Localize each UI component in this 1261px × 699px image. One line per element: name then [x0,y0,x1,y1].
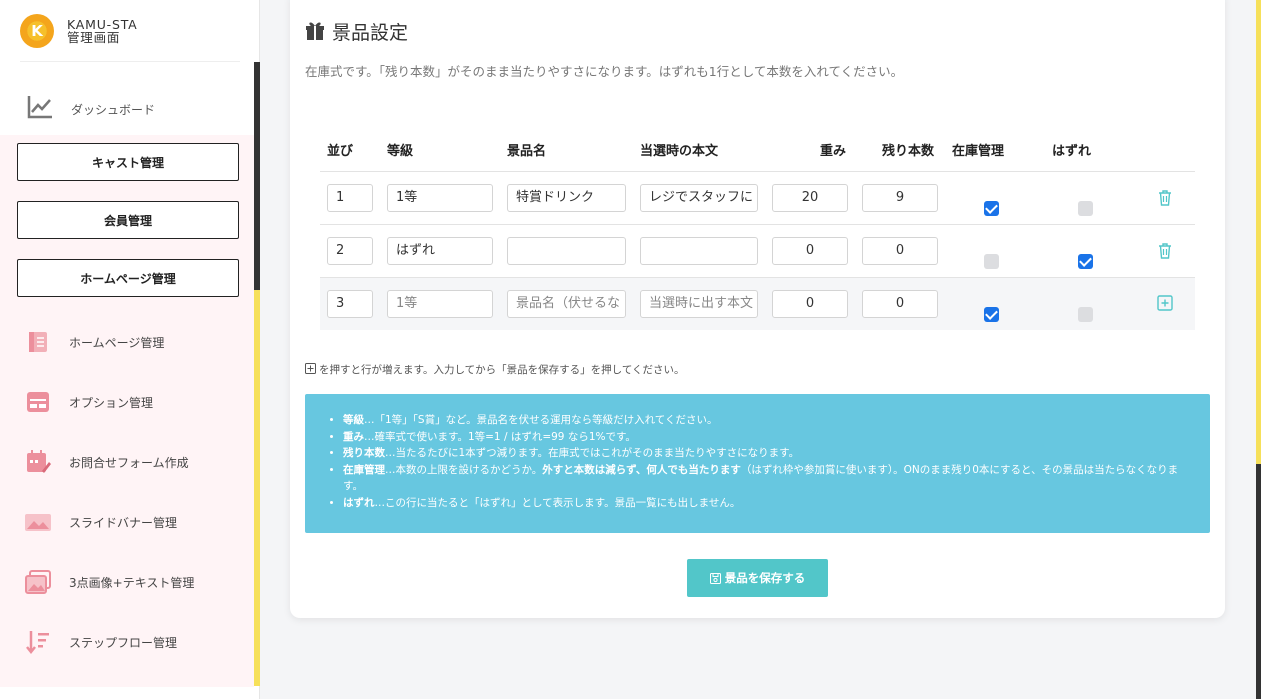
info-text: …本数の上限を設けるかどうか。 [385,463,543,476]
column-header-prize-name: 景品名 [507,144,547,159]
save-prizes-button[interactable]: 景品を保存する [687,559,828,597]
sidebar-item-slide-banner[interactable]: スライドバナー管理 [24,508,177,536]
sidebar-item-label: スライドバナー管理 [69,515,178,530]
right-edge-strip-dark [1256,464,1261,699]
column-header-order: 並び [327,144,354,159]
sidebar-item-label: ホームページ管理 [69,335,165,350]
column-header-stock: 在庫管理 [952,144,1005,159]
info-item: 重み…確率式で使います。1等=1 / はずれ=99 なら1%です。 [343,429,1188,446]
sidebar-scroll-track [254,62,260,290]
page-title-text: 景品設定 [332,22,409,44]
info-box: 等級…「1等」「S賞」など。景品名を伏せる運用なら等級だけ入れてください。 重み… [305,394,1210,533]
order-input[interactable]: 3 [327,290,373,318]
win-text-input[interactable] [640,237,758,265]
trash-icon[interactable] [1158,243,1172,263]
brand-subtitle: 管理画面 [67,30,121,45]
weight-input[interactable]: 20 [772,184,848,212]
brand-logo: K [20,14,54,48]
save-button-label: 景品を保存する [724,571,806,585]
miss-checkbox[interactable] [1078,254,1093,269]
column-header-remaining: 残り本数 [882,144,935,159]
info-text: …「1等」「S賞」など。景品名を伏せる運用なら等級だけ入れてください。 [364,414,718,426]
homepage-management-button[interactable]: ホームページ管理 [17,259,239,297]
book-icon [24,328,52,356]
divider [320,171,1195,172]
info-item: はずれ…この行に当たると「はずれ」として表示します。景品一覧にも出しません。 [343,495,1188,512]
sidebar-item-homepage[interactable]: ホームページ管理 [24,328,164,356]
column-header-miss: はずれ [1052,144,1092,159]
win-text-input[interactable]: レジでスタッフに [640,184,758,212]
sidebar: K KAMU-STA 管理画面 ダッシュボード キャスト管理 会員管理 ホームペ… [0,0,260,699]
info-item: 在庫管理…本数の上限を設けるかどうか。外すと本数は減らず、何人でも当たります（は… [343,462,1188,495]
image-banner-icon [24,508,52,536]
info-key: はずれ [343,496,375,509]
weight-input[interactable]: 0 [772,290,848,318]
sidebar-item-contact-form[interactable]: お問合せフォーム作成 [24,448,189,476]
info-key: 重み [343,430,364,443]
prize-name-input[interactable] [507,237,626,265]
grade-input[interactable]: はずれ [387,237,493,265]
save-icon [709,572,721,584]
miss-checkbox[interactable] [1078,201,1093,216]
info-key: 在庫管理 [343,463,385,476]
stock-checkbox[interactable] [984,201,999,216]
sort-flow-icon [24,628,52,656]
sidebar-item-label: お問合せフォーム作成 [69,455,189,470]
column-header-weight: 重み [820,144,847,159]
info-text: …確率式で使います。1等=1 / はずれ=99 なら1%です。 [364,430,636,443]
sidebar-item-label: ダッシュボード [71,102,156,117]
stock-checkbox[interactable] [984,254,999,269]
sidebar-item-three-images[interactable]: 3点画像+テキスト管理 [24,568,194,596]
page-description: 在庫式です。「残り本数」がそのまま当たりやすさになります。はずれも1行として本数… [305,64,904,79]
cast-management-button[interactable]: キャスト管理 [17,143,239,181]
prize-name-input[interactable]: 景品名（伏せるな [507,290,626,318]
sidebar-item-label: 3点画像+テキスト管理 [69,575,195,590]
info-key: 等級 [343,414,364,426]
miss-checkbox[interactable] [1078,307,1093,322]
info-key: 残り本数 [343,447,385,459]
add-row-icon[interactable] [1157,295,1173,315]
column-header-grade: 等級 [387,144,414,159]
add-row-hint: を押すと行が増えます。入力してから「景品を保存する」を押してください。 [305,362,685,377]
info-item: 等級…「1等」「S賞」など。景品名を伏せる運用なら等級だけ入れてください。 [343,412,1188,429]
sidebar-active-indicator [254,290,260,686]
option-list-icon [24,388,52,416]
chart-line-icon [26,94,54,124]
divider [320,224,1195,225]
prize-name-input[interactable]: 特賞ドリンク [507,184,626,212]
hint-text: を押すと行が増えます。入力してから「景品を保存する」を押してください。 [319,364,685,376]
images-icon [24,568,52,596]
sidebar-item-label: オプション管理 [69,395,154,410]
remaining-input[interactable]: 0 [862,237,938,265]
sidebar-item-step-flow[interactable]: ステップフロー管理 [24,628,177,656]
gift-icon [304,19,326,45]
info-text: …当たるたびに1本ずつ減ります。在庫式ではこれがそのまま当たりやすさになります。 [385,447,800,459]
sidebar-item-label: ステップフロー管理 [69,635,178,650]
right-edge-strip [1256,0,1261,464]
win-text-input[interactable]: 当選時に出す本文 [640,290,758,318]
sidebar-item-dashboard[interactable]: ダッシュボード [26,94,155,124]
weight-input[interactable]: 0 [772,237,848,265]
order-input[interactable]: 2 [327,237,373,265]
stock-checkbox[interactable] [984,307,999,322]
order-input[interactable]: 1 [327,184,373,212]
info-text: …この行に当たると「はずれ」として表示します。景品一覧にも出しません。 [374,496,741,509]
page-title: 景品設定 [304,18,408,45]
grade-input[interactable]: 1等 [387,184,493,212]
grade-input[interactable]: 1等 [387,290,493,318]
member-management-button[interactable]: 会員管理 [17,201,239,239]
brand[interactable]: K KAMU-STA 管理画面 [20,14,240,62]
info-item: 残り本数…当たるたびに1本ずつ減ります。在庫式ではこれがそのまま当たりやすさにな… [343,445,1188,462]
plus-square-icon [305,362,316,377]
sidebar-item-options[interactable]: オプション管理 [24,388,153,416]
column-header-win-text: 当選時の本文 [640,144,719,159]
calendar-edit-icon [24,448,52,476]
trash-icon[interactable] [1158,190,1172,210]
remaining-input[interactable]: 0 [862,290,938,318]
remaining-input[interactable]: 9 [862,184,938,212]
info-emphasis: 外すと本数は減らず、何人でも当たります [542,463,741,476]
